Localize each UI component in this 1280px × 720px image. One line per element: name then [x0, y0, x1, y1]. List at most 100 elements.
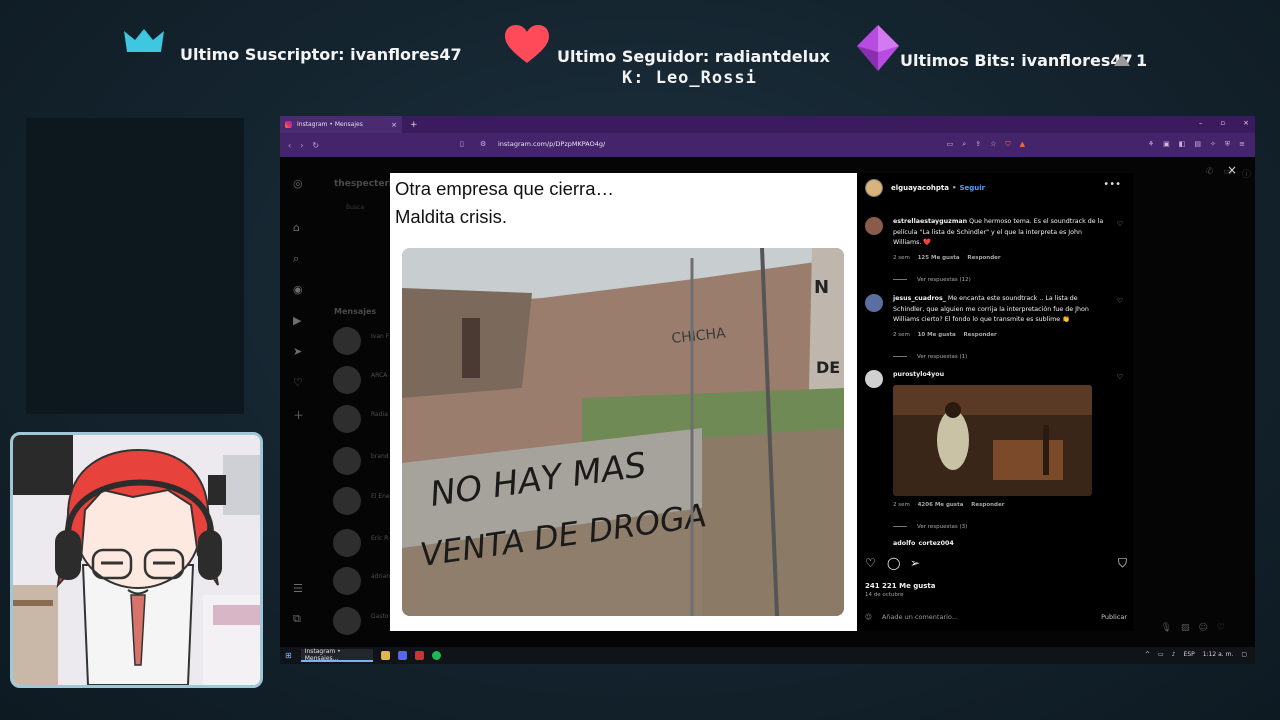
view-replies-button[interactable]: Ver respuestas (12): [893, 275, 1108, 286]
tab-close-icon[interactable]: ×: [391, 121, 397, 129]
create-icon[interactable]: ＋: [293, 407, 304, 423]
comment-user[interactable]: adolfo_cortez004: [893, 540, 954, 545]
comment-input[interactable]: Añade un comentario...: [882, 613, 958, 621]
like-icon[interactable]: ♡: [865, 556, 876, 570]
comment-likes[interactable]: 125 Me gusta: [918, 255, 960, 261]
comment-like-icon[interactable]: ♡: [1117, 296, 1123, 307]
wallet-icon[interactable]: ▣: [1163, 140, 1170, 149]
instagram-page: ◎ ⌂ ⌕ ◉ ▶ ➤ ♡ ＋ ☰ ⧉ thespecteri Busca Me…: [280, 157, 1255, 647]
maximize-button[interactable]: ▫: [1220, 119, 1225, 127]
comment-user[interactable]: purostylo4you: [893, 371, 944, 378]
leo-icon[interactable]: ✧: [1210, 140, 1216, 149]
tab-title: Instagram • Mensajes: [297, 121, 363, 128]
author-name[interactable]: elguayacohpta: [891, 184, 949, 192]
brave-rewards-icon[interactable]: ▲: [1020, 140, 1025, 149]
phone-icon[interactable]: ✆: [1206, 167, 1214, 180]
conversation-name: El Ene: [371, 493, 390, 500]
comment-user[interactable]: estrellaestayguzman: [893, 218, 967, 225]
obs-icon[interactable]: [414, 651, 424, 660]
screenshot-icon[interactable]: ▭: [947, 140, 954, 149]
reload-icon[interactable]: ↻: [312, 141, 319, 150]
site-info-icon[interactable]: ⚙: [480, 140, 486, 148]
more-icon[interactable]: ☰: [293, 582, 303, 595]
account-handle[interactable]: thespecteri: [334, 179, 392, 189]
back-icon[interactable]: ‹: [288, 141, 291, 150]
comment-item: purostylo4you 2 sem 4206 Me gusta Respon…: [865, 370, 1127, 533]
explore-icon[interactable]: ◉: [293, 283, 303, 296]
view-replies-button[interactable]: Ver respuestas (1): [893, 352, 1108, 363]
search-icon[interactable]: ⌕: [293, 252, 299, 266]
heart-outline-icon[interactable]: ♡: [1217, 623, 1225, 633]
menu-icon[interactable]: ≡: [1239, 140, 1245, 149]
zoom-icon[interactable]: ⌕: [962, 140, 966, 149]
conversation-name: Gasto: [371, 613, 389, 620]
notifications-icon[interactable]: ♡: [293, 376, 303, 389]
like-count[interactable]: 241 221 Me gusta: [865, 582, 935, 590]
reply-button[interactable]: Responder: [964, 332, 997, 338]
extension-icon[interactable]: ⚘: [1148, 140, 1154, 149]
clock[interactable]: 1:12 a. m.: [1203, 651, 1234, 658]
sidebar-icon[interactable]: ◧: [1179, 140, 1186, 149]
spotify-icon[interactable]: [431, 651, 441, 660]
star-icon[interactable]: ☆: [990, 140, 996, 149]
minimize-button[interactable]: –: [1199, 119, 1203, 127]
meta-icon[interactable]: ⧉: [293, 612, 301, 626]
follow-button[interactable]: Seguir: [959, 184, 985, 192]
close-window-button[interactable]: ×: [1243, 119, 1249, 127]
messages-icon[interactable]: ➤: [293, 345, 302, 358]
share-icon[interactable]: ➢: [910, 556, 920, 570]
search-input[interactable]: Busca: [346, 204, 364, 211]
comment-likes[interactable]: 10 Me gusta: [918, 332, 956, 338]
reply-button[interactable]: Responder: [967, 255, 1000, 261]
caption-line-1: Otra empresa que cierra…: [395, 178, 615, 199]
save-icon[interactable]: ⛉: [1118, 556, 1127, 571]
more-options-icon[interactable]: •••: [1103, 179, 1121, 190]
windows-taskbar: ⊞ Instagram • Mensajes... ^ ▭ ♪ ESP 1:12…: [280, 647, 1255, 664]
avatar: [333, 529, 361, 557]
volume-icon[interactable]: ♪: [1172, 651, 1176, 658]
instagram-logo-icon[interactable]: ◎: [293, 177, 303, 190]
view-replies-button[interactable]: Ver respuestas (3): [893, 522, 1108, 533]
avatar[interactable]: [865, 294, 883, 312]
comment-like-icon[interactable]: ♡: [1117, 372, 1123, 383]
modal-close-button[interactable]: ×: [1227, 163, 1237, 177]
sticker-icon[interactable]: ☺: [1199, 623, 1208, 633]
publish-button[interactable]: Publicar: [1101, 613, 1127, 621]
comment-user[interactable]: jesus_cuadros_: [893, 295, 946, 302]
bookmark-icon[interactable]: ▯: [460, 140, 464, 148]
share-icon[interactable]: ⇪: [975, 140, 981, 149]
comment-gif[interactable]: [893, 384, 1092, 496]
reading-icon[interactable]: ▤: [1194, 140, 1201, 149]
new-tab-button[interactable]: +: [410, 120, 418, 130]
avatar[interactable]: [865, 370, 883, 388]
language-indicator[interactable]: ESP: [1183, 651, 1194, 658]
separator-dot: •: [951, 184, 957, 192]
taskbar-instagram-item[interactable]: Instagram • Mensajes...: [300, 648, 373, 662]
brave-shield-icon[interactable]: ⛉: [1005, 140, 1010, 149]
tray-chevron-icon[interactable]: ^: [1145, 651, 1150, 658]
network-icon[interactable]: ▭: [1158, 651, 1164, 658]
author-avatar[interactable]: [865, 179, 883, 197]
comment-icon[interactable]: ◯: [887, 556, 900, 570]
mic-icon[interactable]: 🎙: [1161, 623, 1172, 633]
info-icon[interactable]: ⓘ: [1242, 167, 1251, 180]
discord-icon[interactable]: [397, 651, 407, 660]
post-media[interactable]: Otra empresa que cierra… Maldita crisis.…: [390, 173, 857, 631]
url-field[interactable]: instagram.com/p/DPzpMKPAO4g/: [498, 140, 605, 148]
comment-likes[interactable]: 4206 Me gusta: [918, 502, 964, 508]
emoji-icon[interactable]: ☺: [865, 613, 872, 621]
avatar[interactable]: [865, 217, 883, 235]
forward-icon[interactable]: ›: [300, 141, 303, 150]
image-icon[interactable]: ▨: [1181, 623, 1190, 633]
vpn-icon[interactable]: ⛨: [1225, 140, 1230, 149]
windows-start-icon[interactable]: ⊞: [285, 651, 292, 660]
reply-button[interactable]: Responder: [971, 502, 1004, 508]
notifications-tray-icon[interactable]: ▢: [1241, 651, 1247, 658]
tab-instagram[interactable]: Instagram • Mensajes ×: [280, 116, 402, 133]
reels-icon[interactable]: ▶: [293, 314, 301, 327]
stream-alerts-bar: Ultimo Suscriptor: ivanflores47 Ultimo S…: [0, 0, 1280, 110]
conversation-name: ARCA: [371, 372, 388, 379]
home-icon[interactable]: ⌂: [293, 221, 300, 234]
comment-like-icon[interactable]: ♡: [1117, 219, 1123, 230]
file-explorer-icon[interactable]: [380, 651, 390, 660]
